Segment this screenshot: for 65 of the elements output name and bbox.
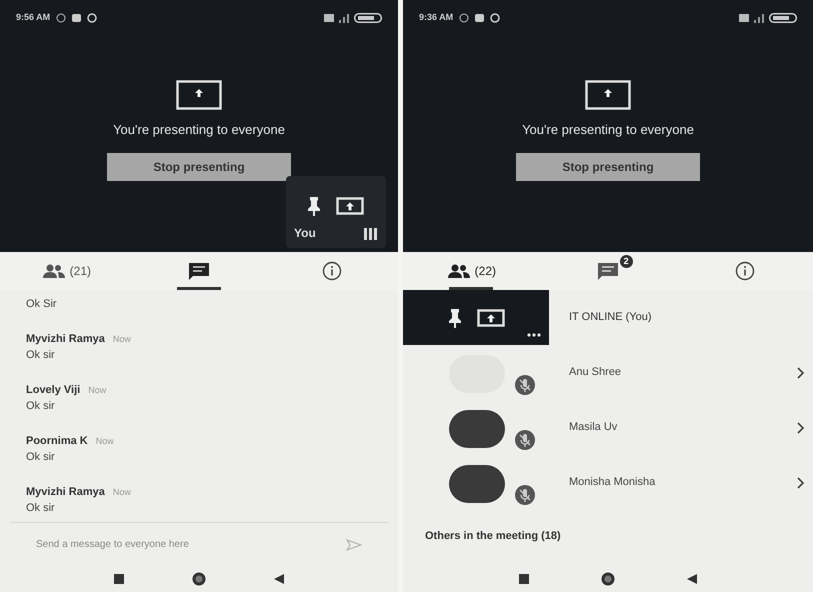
signal-icon	[754, 13, 764, 23]
chevron-right-icon[interactable]	[797, 366, 805, 378]
chevron-right-icon[interactable]	[797, 422, 805, 434]
sender-name: Lovely Viji	[26, 382, 80, 398]
sender-name: Poornima K	[26, 434, 88, 448]
stop-presenting-button[interactable]: Stop presenting	[107, 152, 291, 180]
notification-circle-icon	[459, 13, 470, 23]
people-icon	[446, 263, 471, 279]
message-text: Ok Sir	[26, 297, 58, 312]
info-icon	[734, 261, 755, 281]
back-icon[interactable]	[687, 574, 697, 584]
message-time: Now	[88, 384, 106, 396]
message-text: Ok sir	[26, 399, 56, 414]
message-input[interactable]: Send a message to everyone here	[36, 537, 346, 552]
home-icon[interactable]	[192, 572, 206, 586]
chevron-right-icon[interactable]	[797, 476, 805, 488]
section-heading: Others in the meeting (18)	[425, 529, 562, 544]
notification-ring-icon	[490, 13, 500, 23]
message-text: Ok sir	[26, 348, 56, 363]
sender-name: Myvizhi Ramya	[26, 332, 105, 346]
unread-badge: 2	[620, 255, 633, 268]
message-time: Now	[112, 332, 131, 346]
participant-name: Masila Uv	[569, 420, 618, 436]
presenting-message: You're presenting to everyone	[113, 121, 285, 139]
chat-icon	[597, 262, 619, 280]
signal-icon	[339, 13, 349, 23]
back-icon[interactable]	[274, 574, 284, 584]
participant-name: Monisha Monisha	[569, 475, 656, 490]
sender-name: Myvizhi Ramya	[26, 484, 105, 500]
present-screen-icon	[176, 80, 222, 110]
tab-people[interactable]: (22)	[403, 252, 540, 290]
tab-people[interactable]: (21)	[0, 252, 133, 290]
chat-icon	[188, 262, 210, 280]
status-time: 9:56 AM	[16, 11, 50, 24]
audio-level-icon	[364, 228, 378, 240]
participant-name: IT ONLINE (You)	[569, 310, 652, 326]
info-icon	[322, 261, 342, 281]
battery-icon	[769, 13, 797, 23]
present-screen-icon	[477, 308, 505, 326]
notification-circle-icon	[56, 13, 66, 23]
notification-ring-icon	[87, 13, 98, 23]
notification-square-icon	[72, 14, 82, 22]
avatar	[449, 465, 505, 503]
tab-chat[interactable]: 2	[540, 252, 676, 290]
battery-icon	[354, 13, 382, 23]
message-text: Ok sir	[26, 501, 56, 516]
pin-icon	[306, 196, 322, 216]
stop-presenting-button[interactable]: Stop presenting	[516, 152, 700, 180]
pin-icon	[447, 308, 463, 328]
message-text: Ok sir	[26, 450, 56, 465]
present-screen-icon	[336, 197, 364, 215]
message-time: Now	[96, 434, 114, 448]
more-icon[interactable]	[527, 333, 541, 337]
people-icon	[42, 263, 66, 279]
present-screen-icon	[585, 80, 631, 110]
home-icon[interactable]	[601, 572, 615, 586]
avatar	[449, 410, 505, 448]
status-time: 9:36 AM	[419, 11, 454, 24]
participant-name: Anu Shree	[569, 365, 622, 380]
message-time: Now	[112, 486, 131, 498]
notification-square-icon	[475, 14, 484, 22]
sim-icon	[324, 14, 334, 22]
tile-name: You	[294, 225, 316, 242]
presenting-message: You're presenting to everyone	[522, 121, 694, 139]
sim-icon	[739, 14, 749, 22]
